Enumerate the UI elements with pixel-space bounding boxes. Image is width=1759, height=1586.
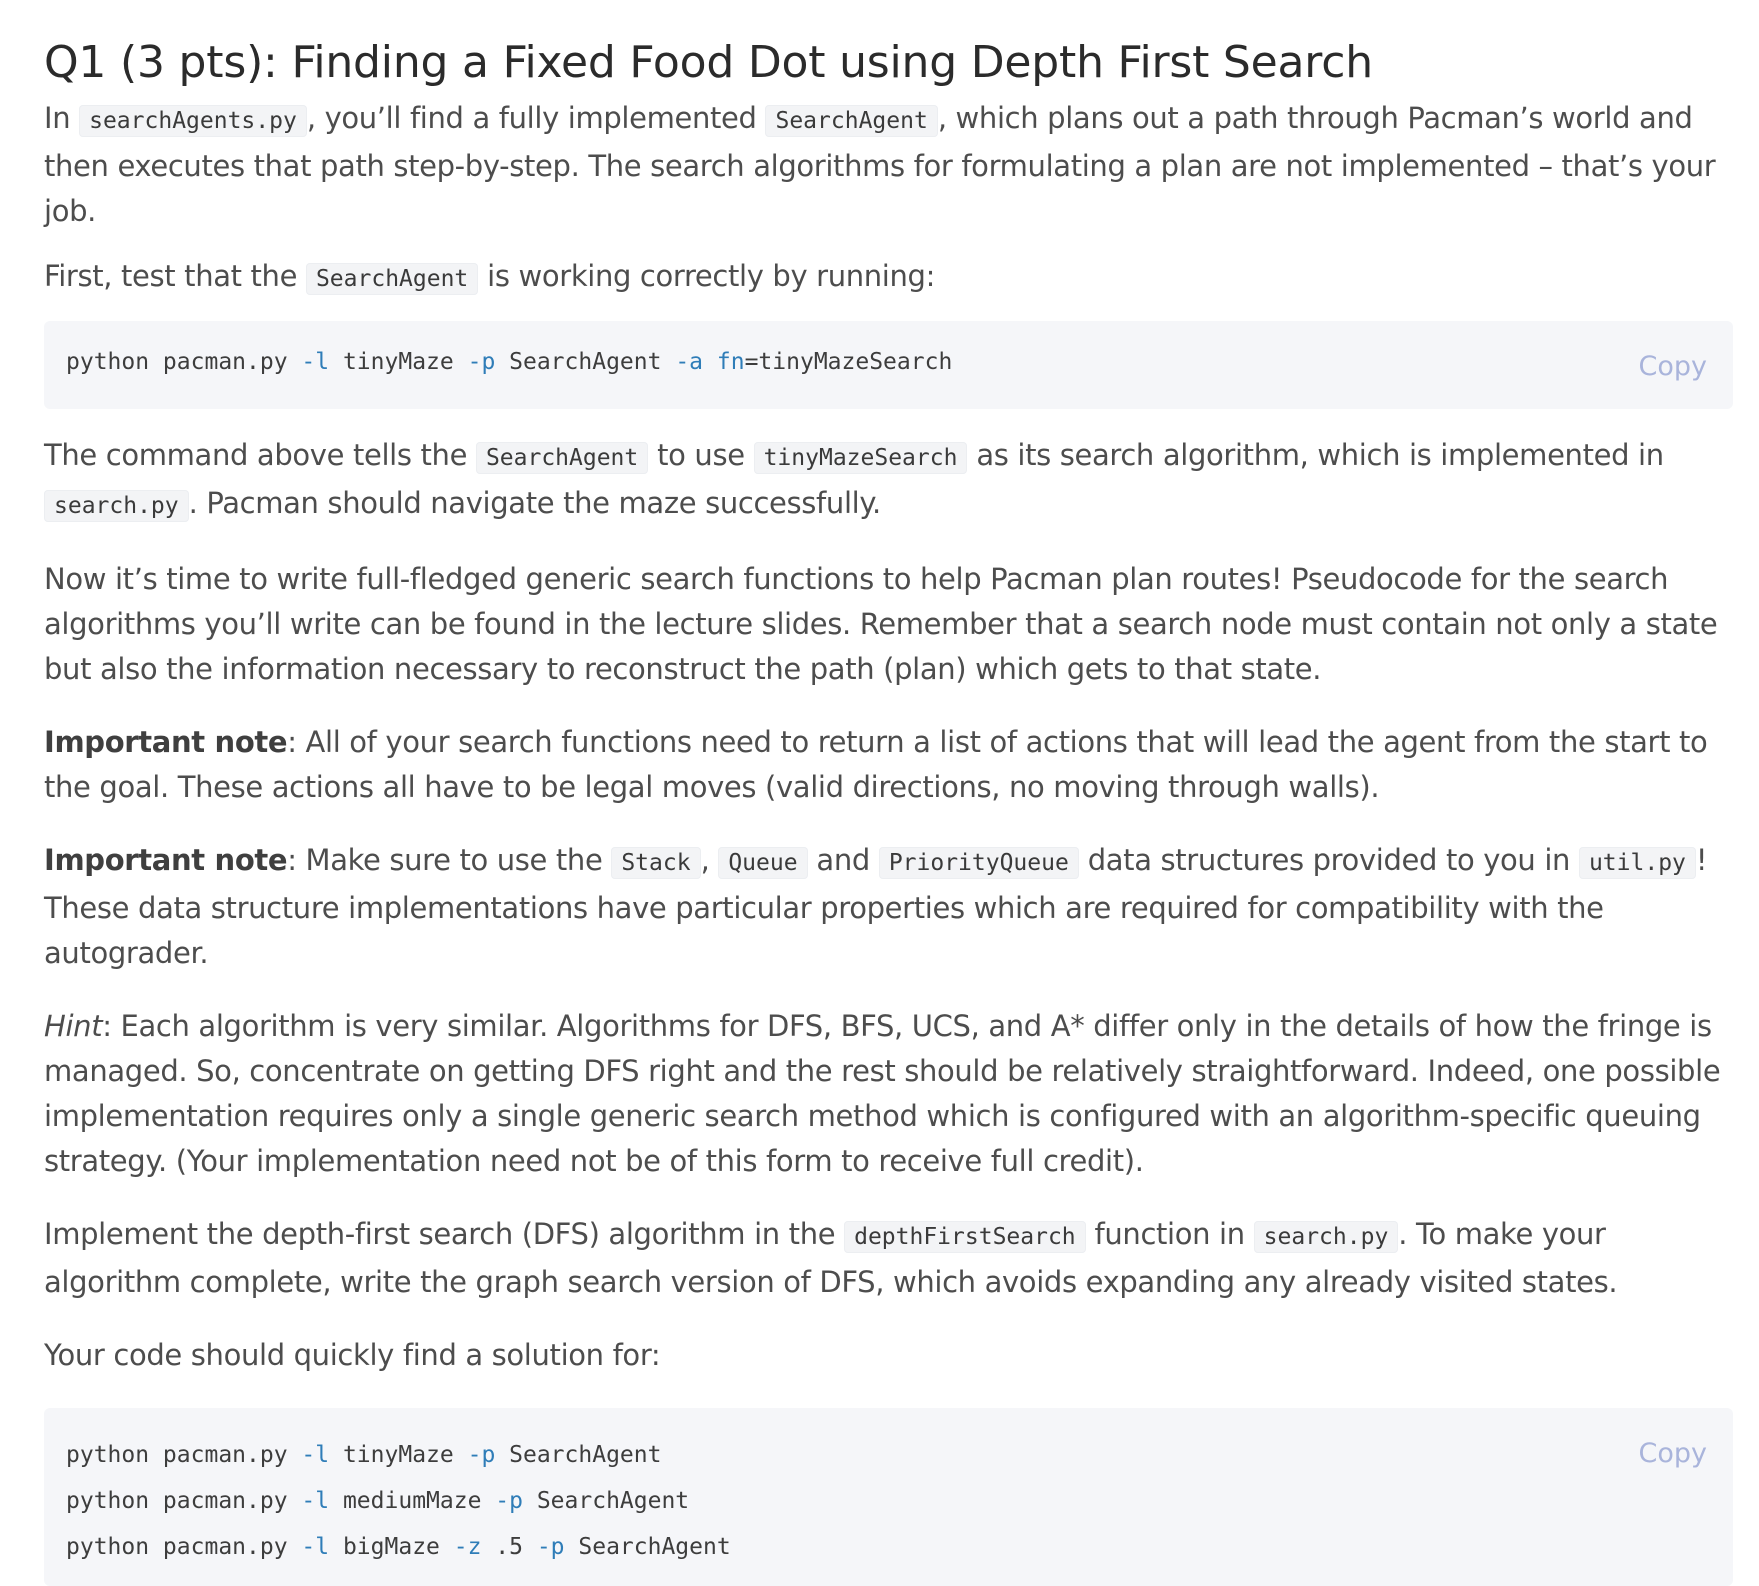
- paragraph-hint: Hint: Each algorithm is very similar. Al…: [44, 1009, 1721, 1178]
- paragraph-quick-solution: Your code should quickly find a solution…: [44, 1338, 661, 1372]
- code-line: python pacman.py -l tinyMaze -p SearchAg…: [66, 1442, 662, 1468]
- code-searchagents-py: searchAgents.py: [79, 105, 307, 137]
- paragraph-important-note-1: Important note: All of your search funct…: [44, 725, 1708, 804]
- code-depthfirstsearch: depthFirstSearch: [844, 1221, 1086, 1253]
- code-line: python pacman.py -l mediumMaze -p Search…: [66, 1488, 690, 1514]
- code-searchagent: SearchAgent: [475, 442, 649, 474]
- code-block-2: python pacman.py -l tinyMaze -p SearchAg…: [44, 1408, 1733, 1586]
- code-block-1: python pacman.py -l tinyMaze -p SearchAg…: [44, 321, 1733, 409]
- code-search-py: search.py: [1253, 1221, 1399, 1253]
- page-title: Q1 (3 pts): Finding a Fixed Food Dot usi…: [44, 37, 1373, 88]
- paragraph-important-note-2: Important note: Make sure to use the Sta…: [44, 843, 1708, 970]
- code-tinymazesearch: tinyMazeSearch: [753, 442, 968, 474]
- paragraph-generic-search: Now it’s time to write full-fledged gene…: [44, 562, 1718, 686]
- paragraph-test: First, test that the SearchAgent is work…: [44, 259, 936, 295]
- copy-button[interactable]: Copy: [1639, 1438, 1708, 1469]
- paragraph-intro: In searchAgents.py, you’ll find a fully …: [44, 101, 1716, 228]
- code-util-py: util.py: [1578, 847, 1696, 879]
- code-searchagent: SearchAgent: [305, 263, 479, 295]
- paragraph-command-explain: The command above tells the SearchAgent …: [44, 438, 1664, 522]
- code-stack: Stack: [611, 847, 701, 879]
- code-searchagent: SearchAgent: [765, 105, 938, 137]
- code-search-py: search.py: [44, 490, 189, 522]
- code-line: python pacman.py -l bigMaze -z .5 -p Sea…: [66, 1534, 731, 1560]
- copy-button[interactable]: Copy: [1639, 351, 1708, 382]
- code-line: python pacman.py -l tinyMaze -p SearchAg…: [66, 349, 953, 375]
- paragraph-implement-dfs: Implement the depth-first search (DFS) a…: [44, 1217, 1618, 1299]
- page: Q1 (3 pts): Finding a Fixed Food Dot usi…: [0, 0, 1759, 1586]
- code-queue: Queue: [718, 847, 808, 879]
- code-priorityqueue: PriorityQueue: [878, 847, 1079, 879]
